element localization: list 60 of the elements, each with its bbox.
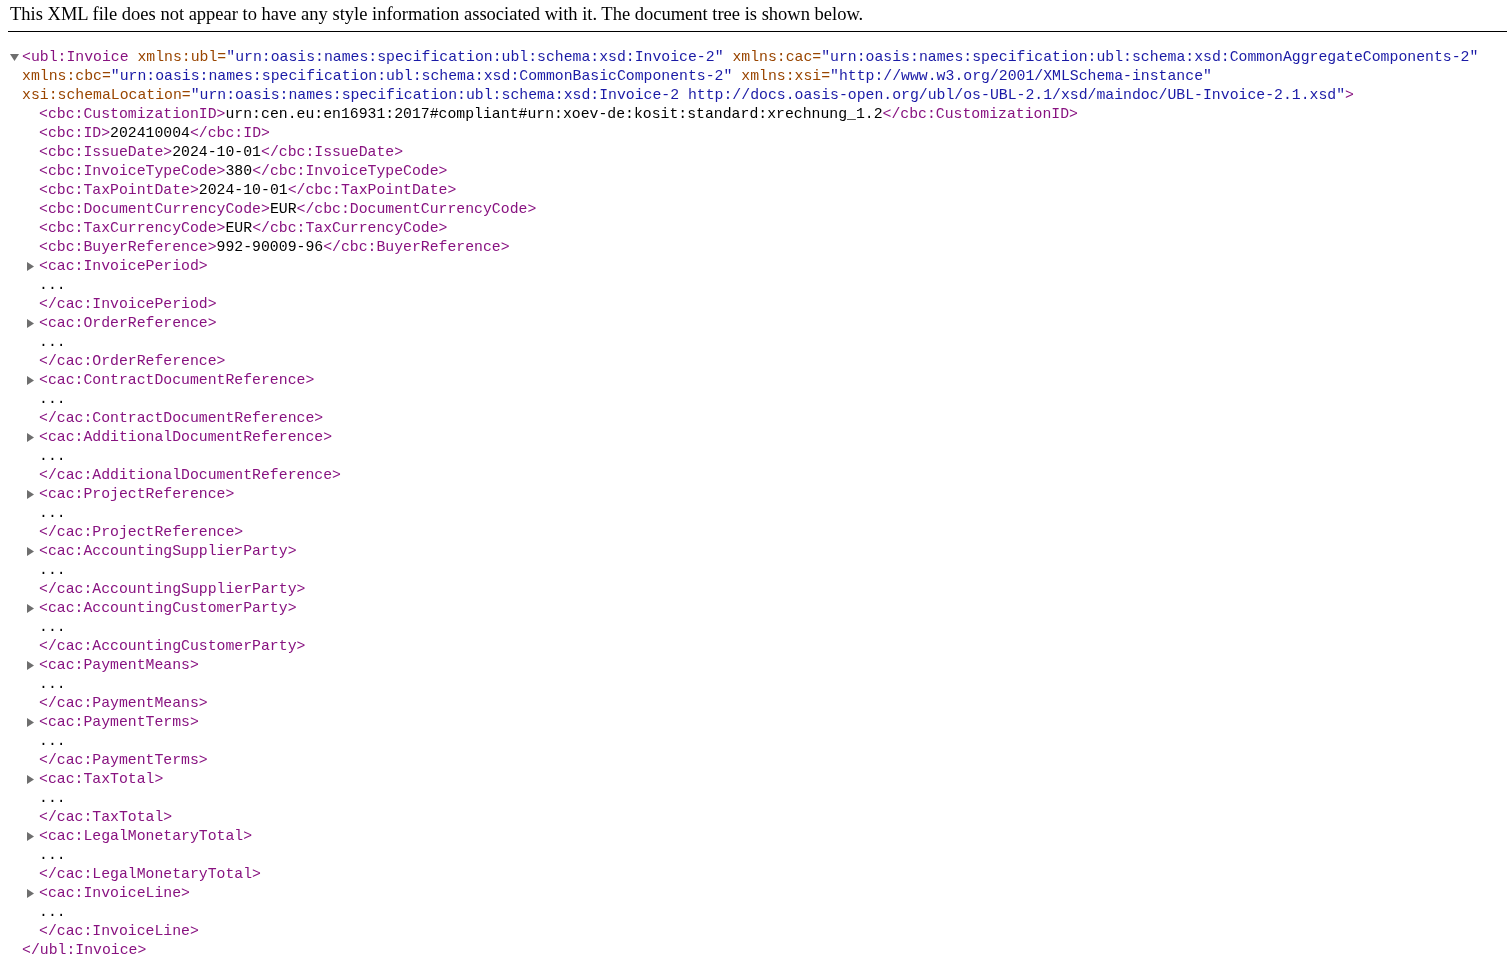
collapsed-content: ... [39, 847, 66, 863]
xml-open-tag: <cac:PaymentMeans> [39, 657, 199, 673]
xml-open-tag: <cac:AccountingCustomerParty> [39, 600, 297, 616]
xml-element-line: <cbc:DocumentCurrencyCode>EUR</cbc:DocumentCurrencyCode> [39, 201, 537, 217]
collapsed-content: ... [39, 334, 66, 350]
collapsed-content: ... [39, 619, 66, 635]
expand-triangle-icon[interactable] [26, 433, 35, 442]
xml-close-tag: </ubl:Invoice> [22, 942, 147, 958]
xml-close-tag: </cac:InvoicePeriod> [39, 296, 217, 312]
xml-close-tag: </cac:InvoiceLine> [39, 923, 199, 939]
expand-triangle-icon[interactable] [26, 547, 35, 556]
expand-triangle-icon[interactable] [26, 319, 35, 328]
expand-triangle-icon[interactable] [26, 490, 35, 499]
xml-close-tag: </cac:OrderReference> [39, 353, 226, 369]
xml-open-tag: <cac:ProjectReference> [39, 486, 235, 502]
xml-open-tag: <cac:AccountingSupplierParty> [39, 543, 297, 559]
xml-element-line: <cbc:ID>202410004</cbc:ID> [39, 125, 270, 141]
xml-element-line: <cbc:TaxPointDate>2024-10-01</cbc:TaxPointDate> [39, 182, 457, 198]
xml-close-tag: </cac:AdditionalDocumentReference> [39, 467, 341, 483]
xml-open-tag: <cac:InvoiceLine> [39, 885, 190, 901]
xml-close-tag: </cac:AccountingCustomerParty> [39, 638, 306, 654]
xml-element-line: <cbc:IssueDate>2024-10-01</cbc:IssueDate> [39, 144, 404, 160]
xml-close-tag: </cac:PaymentMeans> [39, 695, 208, 711]
xml-close-tag: </cac:TaxTotal> [39, 809, 173, 825]
collapsed-content: ... [39, 790, 66, 806]
collapsed-content: ... [39, 505, 66, 521]
expand-triangle-icon[interactable] [26, 889, 35, 898]
xml-close-tag: </cac:ContractDocumentReference> [39, 410, 324, 426]
collapsed-content: ... [39, 676, 66, 692]
expand-triangle-icon[interactable] [26, 661, 35, 670]
collapsed-content: ... [39, 277, 66, 293]
expand-triangle-icon[interactable] [26, 262, 35, 271]
xml-close-tag: </cac:AccountingSupplierParty> [39, 581, 306, 597]
xml-open-tag: <cac:PaymentTerms> [39, 714, 199, 730]
xml-open-tag: <cac:OrderReference> [39, 315, 217, 331]
collapsed-content: ... [39, 391, 66, 407]
xml-open-tag: <cac:ContractDocumentReference> [39, 372, 315, 388]
xml-open-tag: <cac:LegalMonetaryTotal> [39, 828, 253, 844]
expand-triangle-icon[interactable] [26, 775, 35, 784]
xml-element-line: <cbc:InvoiceTypeCode>380</cbc:InvoiceTypeCode> [39, 163, 448, 179]
style-notice-text: This XML file does not appear to have any style information associated with it. The document tree is shown below. [10, 4, 864, 24]
collapsed-content: ... [39, 904, 66, 920]
collapsed-content: ... [39, 562, 66, 578]
xml-close-tag: </cac:ProjectReference> [39, 524, 244, 540]
expand-triangle-icon[interactable] [26, 376, 35, 385]
collapsed-content: ... [39, 448, 66, 464]
xml-open-tag: <cac:AdditionalDocumentReference> [39, 429, 333, 445]
xml-close-tag: </cac:LegalMonetaryTotal> [39, 866, 261, 882]
xml-root-open-tag: <ubl:Invoice xmlns:ubl="urn:oasis:names:specification:ubl:schema:xsd:Invoice-2" xmlns:cac="urn:oasis:names:specification:ubl:schema:xsd:CommonAggregateComponents-2" xmlns:cbc="urn:oasis:names:specification:ubl:schema:xsd:CommonBasicComponents-2" xmlns:xsi="http://www.w3.org/2001/XMLSchema-instance" xsi:schemaLocation="urn:oasis:names:specification:ubl:schema:xsd:Invoice-2 http://docs.oasis-open.org/ubl/os-UBL-2.1/xsd/maindoc/UBL-Invoice-2.1.xsd"> [22, 49, 1479, 103]
expand-triangle-icon[interactable] [26, 718, 35, 727]
xml-element-line: <cbc:BuyerReference>992-90009-96</cbc:BuyerReference> [39, 239, 510, 255]
xml-open-tag: <cac:TaxTotal> [39, 771, 164, 787]
xml-open-tag: <cac:InvoicePeriod> [39, 258, 208, 274]
collapse-triangle-icon[interactable] [10, 53, 19, 62]
expand-triangle-icon[interactable] [26, 604, 35, 613]
xml-element-line: <cbc:TaxCurrencyCode>EUR</cbc:TaxCurrencyCode> [39, 220, 448, 236]
xml-element-line: <cbc:CustomizationID>urn:cen.eu:en16931:2017#compliant#urn:xoev-de:kosit:standard:xrechnung_1.2</cbc:CustomizationID> [39, 106, 1078, 122]
xml-close-tag: </cac:PaymentTerms> [39, 752, 208, 768]
expand-triangle-icon[interactable] [26, 832, 35, 841]
collapsed-content: ... [39, 733, 66, 749]
